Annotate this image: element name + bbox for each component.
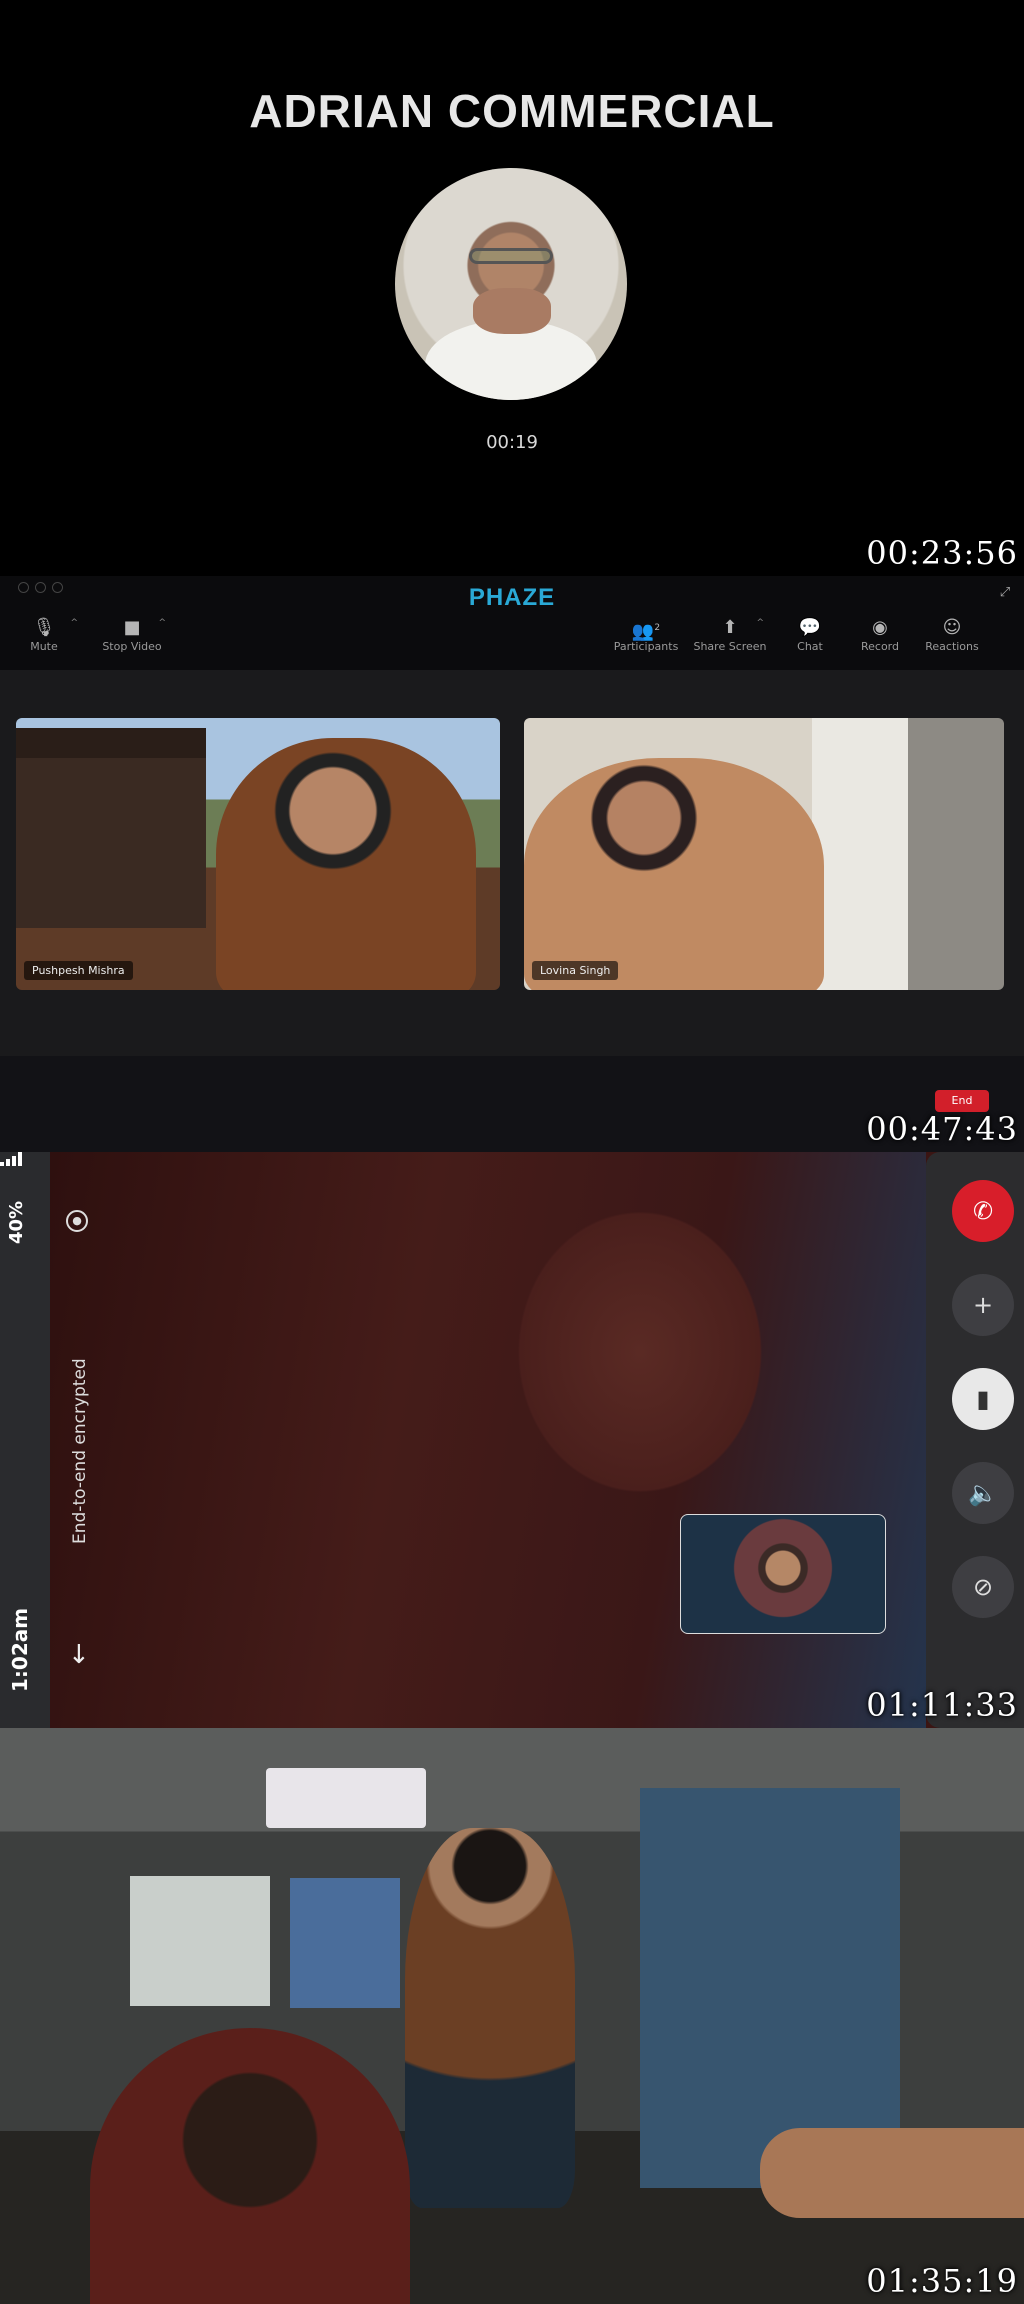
foreground-arm	[760, 2128, 1024, 2218]
kitchen-scene-panel: 01:35:19	[0, 1728, 1024, 2304]
self-view-pip[interactable]	[680, 1514, 886, 1634]
add-participant-button[interactable]: +	[952, 1274, 1014, 1336]
meeting-panel: PHAZE ⤢ 🎙 Mute ^ ■ Stop Video ^ 👥2 Parti…	[0, 576, 1024, 1152]
reactions-label: Reactions	[925, 640, 979, 653]
speaker-icon: 🔈	[968, 1479, 998, 1507]
participant-video	[216, 738, 476, 990]
status-bar: 40% 1:02am	[0, 1152, 50, 1728]
reactions-button[interactable]: ☺ Reactions	[912, 616, 992, 662]
app-brand: PHAZE	[468, 584, 556, 611]
chevron-up-icon[interactable]: ^	[158, 618, 166, 628]
battery-level: 40%	[6, 1200, 27, 1244]
mobile-video-call-panel: 40% 1:02am ● End-to-end encrypted ↓ ✆ + …	[0, 1152, 1024, 1728]
caller-name: ADRIAN COMMERCIAL	[249, 85, 775, 137]
call-duration: 00:19	[486, 432, 538, 453]
flip-camera-button[interactable]: ▮	[952, 1368, 1014, 1430]
expand-icon[interactable]: ⤢	[996, 584, 1014, 602]
chat-bubble-icon: 💬	[798, 617, 822, 638]
plus-icon: +	[972, 1291, 994, 1319]
mute-button[interactable]: 🎙 Mute ^	[4, 616, 84, 662]
window	[290, 1878, 400, 2008]
remote-video	[50, 1152, 926, 1728]
foreground-person	[90, 2028, 410, 2304]
chevron-up-icon[interactable]: ^	[70, 618, 78, 628]
standing-person	[405, 1828, 575, 2208]
camera-off-icon: ⊘	[972, 1573, 994, 1601]
flip-camera-icon: ▮	[976, 1385, 990, 1413]
avatar-glasses	[469, 248, 553, 264]
chevron-up-icon[interactable]: ^	[756, 618, 764, 628]
record-label: Record	[860, 640, 899, 653]
smiley-icon: ☺	[942, 617, 962, 638]
signal-strength-icon	[0, 1152, 22, 1166]
frame-timestamp: 00:23:56	[866, 534, 1018, 572]
participants-label: Participants	[613, 640, 679, 653]
video-tile[interactable]: Lovina Singh	[524, 718, 1004, 990]
chat-button[interactable]: 💬 Chat	[770, 616, 850, 662]
share-screen-button[interactable]: ⬆ Share Screen ^	[690, 616, 770, 662]
voice-call-panel: ADRIAN COMMERCIAL 00:19 00:23:56	[0, 0, 1024, 576]
frame-timestamp: 00:47:43	[866, 1110, 1018, 1148]
video-tile[interactable]: Pushpesh Mishra	[16, 718, 500, 990]
status-clock: 1:02am	[8, 1607, 32, 1692]
end-meeting-button[interactable]: End	[935, 1090, 989, 1112]
end-call-button[interactable]: ✆	[952, 1180, 1014, 1242]
phone-icon: ✆	[972, 1197, 994, 1225]
participant-name-tag: Pushpesh Mishra	[24, 961, 133, 980]
camera-indicator-icon: ●	[66, 1210, 88, 1232]
participants-count: 2	[654, 623, 661, 633]
participant-video	[524, 758, 824, 990]
record-icon: ◉	[872, 617, 888, 638]
ceiling-light	[266, 1768, 426, 1828]
record-button[interactable]: ◉ Record	[840, 616, 920, 662]
camera-off-button[interactable]: ⊘	[952, 1556, 1014, 1618]
participants-button[interactable]: 👥2 Participants	[606, 616, 686, 662]
stop-video-label: Stop Video	[102, 640, 162, 653]
minimize-arrow-icon[interactable]: ↓	[68, 1640, 90, 1670]
encryption-notice: End-to-end encrypted	[70, 1358, 90, 1544]
chat-label: Chat	[797, 640, 823, 653]
window	[130, 1876, 270, 2006]
share-screen-label: Share Screen	[693, 640, 767, 653]
people-icon: 👥2	[631, 621, 661, 642]
caller-avatar	[395, 168, 627, 400]
speaker-button[interactable]: 🔈	[952, 1462, 1014, 1524]
stop-video-button[interactable]: ■ Stop Video ^	[92, 616, 172, 662]
avatar-hands	[473, 288, 551, 334]
frame-timestamp: 01:35:19	[866, 2262, 1018, 2300]
frame-timestamp: 01:11:33	[866, 1686, 1018, 1724]
participant-name-tag: Lovina Singh	[532, 961, 619, 980]
mute-label: Mute	[30, 640, 58, 653]
call-controls: ✆ + ▮ 🔈 ⊘	[926, 1152, 1024, 1728]
meeting-toolbar: PHAZE ⤢ 🎙 Mute ^ ■ Stop Video ^ 👥2 Parti…	[0, 576, 1024, 670]
background-building	[16, 728, 206, 928]
